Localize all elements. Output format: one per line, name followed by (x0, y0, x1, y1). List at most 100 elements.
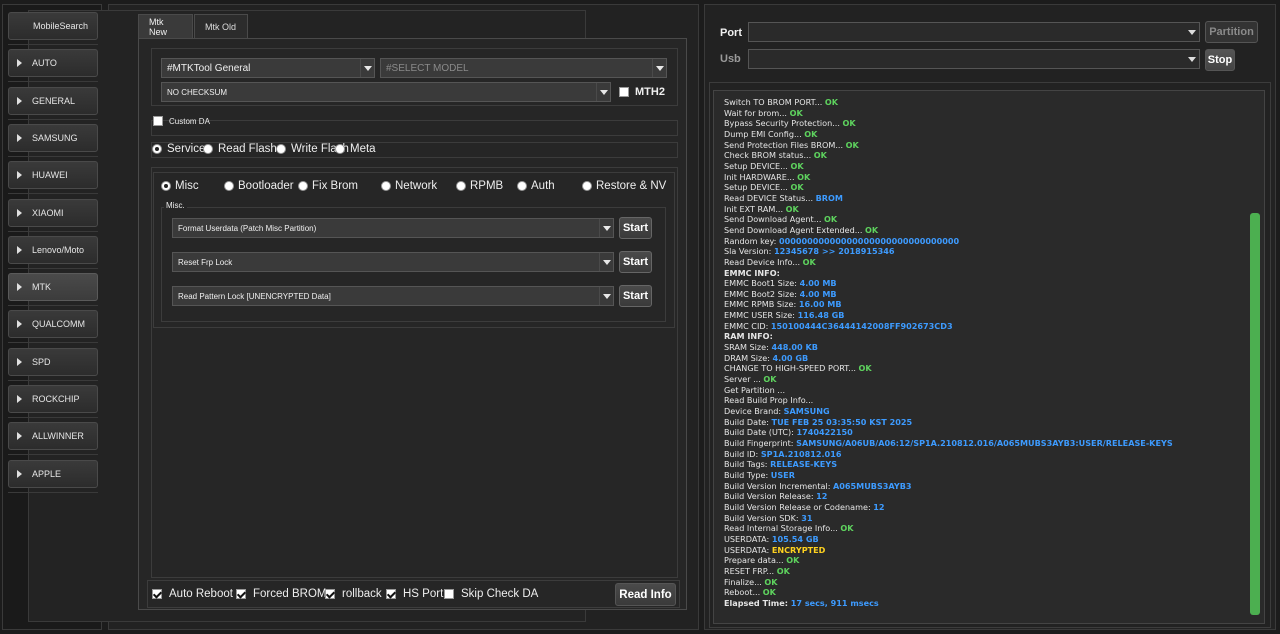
start-button[interactable]: Start (619, 285, 652, 307)
start-button[interactable]: Start (619, 217, 652, 239)
log-scrollbar-thumb[interactable] (1250, 213, 1260, 615)
log-segment: OK (845, 139, 859, 150)
mth2-label: MTH2 (635, 86, 665, 98)
mode-radio-read-flash[interactable]: Read Flash (203, 143, 277, 155)
log-line: Random key: 0000000000000000000000000000… (724, 236, 1173, 247)
log-output[interactable]: Switch TO BROM PORT... OK Wait for brom..… (713, 90, 1265, 624)
log-segment: EMMC INFO: (724, 267, 780, 278)
category-radio-restore-nv[interactable]: Restore & NV (582, 180, 666, 192)
category-radio-bootloader[interactable]: Bootloader (224, 180, 294, 192)
category-radio-fix-brom[interactable]: Fix Brom (298, 180, 358, 192)
chevron-right-icon (17, 208, 22, 217)
log-line: Build Date: TUE FEB 25 03:35:50 KST 2025 (724, 417, 1173, 428)
sidebar-item-label: MTK (32, 282, 51, 293)
option-forced-brom[interactable]: Forced BROM (236, 588, 327, 600)
mth2-checkbox[interactable] (619, 87, 629, 97)
sidebar-item-xiaomi[interactable]: XIAOMI (8, 198, 98, 227)
log-segment: 1740422150 (796, 427, 853, 438)
log-segment: USERDATA: (724, 544, 772, 555)
sidebar-item-allwinner[interactable]: ALLWINNER (8, 422, 98, 451)
stop-button[interactable]: Stop (1205, 49, 1235, 71)
tool-select[interactable]: #MTKTool General (161, 58, 375, 78)
usb-select[interactable] (748, 49, 1200, 69)
category-radio-rpmb[interactable]: RPMB (456, 180, 503, 192)
log-segment: OK (790, 160, 804, 171)
tab-mtk-old[interactable]: Mtk Old (194, 14, 248, 38)
custom-da-group (151, 120, 678, 136)
usb-label: Usb (720, 53, 741, 65)
sidebar-item-qualcomm[interactable]: QUALCOMM (8, 310, 98, 339)
category-label: Auth (531, 180, 555, 192)
category-label: RPMB (470, 180, 504, 192)
log-line: Send Protection Files BROM... OK (724, 140, 1173, 151)
port-select[interactable] (748, 22, 1200, 42)
option-rollback[interactable]: rollback (325, 588, 382, 600)
log-line: EMMC CID: 150100444C36444142008FF902673C… (724, 321, 1173, 332)
sidebar-item-spd[interactable]: SPD (8, 347, 98, 376)
operation-select[interactable]: Format Userdata (Patch Misc Partition) (172, 218, 614, 238)
log-segment: SAMSUNG/A06UB/A06:12/SP1A.210812.016/A06… (796, 438, 1173, 448)
log-segment: DRAM Size: (724, 352, 773, 363)
sidebar-item-auto[interactable]: AUTO (8, 49, 98, 78)
partition-button[interactable]: Partition (1205, 21, 1258, 43)
log-segment: EMMC CID: (724, 320, 771, 331)
tool-select-value: #MTKTool General (167, 62, 251, 74)
log-line: USERDATA: ENCRYPTED (724, 545, 1173, 556)
category-radio-misc[interactable]: Misc (161, 180, 199, 192)
option-skip-check-da[interactable]: Skip Check DA (444, 588, 538, 600)
tab-mtk-new[interactable]: Mtk New (138, 14, 193, 38)
operation-select-value: Reset Frp Lock (178, 257, 233, 267)
custom-da-checkbox[interactable] (153, 116, 163, 126)
log-segment: Server ... (724, 374, 764, 385)
log-segment: Build Version Release or Codename: (724, 501, 874, 512)
mode-radio-service[interactable]: Service (152, 143, 205, 155)
sidebar-item-apple[interactable]: APPLE (8, 459, 98, 488)
sidebar-item-mobilesearch[interactable]: MobileSearch (8, 12, 98, 40)
sidebar-item-lenovo-moto[interactable]: Lenovo/Moto (8, 235, 98, 264)
radio-icon (152, 144, 162, 154)
checksum-select[interactable]: NO CHECKSUM (161, 82, 611, 102)
log-line: Setup DEVICE... OK (724, 182, 1173, 193)
sidebar-divider (8, 342, 98, 344)
option-auto-reboot[interactable]: Auto Reboot (152, 588, 233, 600)
sidebar-item-samsung[interactable]: SAMSUNG (8, 123, 98, 152)
chevron-right-icon (17, 245, 22, 254)
log-segment: OK (797, 171, 811, 182)
log-segment: SAMSUNG (783, 406, 830, 417)
log-segment: OK (824, 97, 839, 107)
sidebar-item-general[interactable]: GENERAL (8, 86, 98, 115)
model-select[interactable]: #SELECT MODEL (380, 58, 667, 78)
log-line: Elapsed Time: 17 secs, 911 msecs (724, 598, 1173, 609)
log-segment: BROM (815, 192, 843, 203)
log-line: Read Device Info... OK (724, 257, 1173, 268)
checksum-select-value: NO CHECKSUM (167, 87, 228, 97)
log-segment: 31 (801, 512, 813, 523)
chevron-down-icon (360, 59, 374, 77)
option-hs-port[interactable]: HS Port (386, 588, 443, 600)
category-radio-network[interactable]: Network (381, 180, 437, 192)
chevron-right-icon (17, 133, 22, 142)
operation-select[interactable]: Read Pattern Lock [UNENCRYPTED Data] (172, 286, 614, 306)
model-select-value: #SELECT MODEL (386, 62, 469, 74)
radio-icon (517, 181, 527, 191)
log-segment: Build Type: (724, 469, 771, 480)
sidebar-item-huawei[interactable]: HUAWEI (8, 161, 98, 190)
option-label: rollback (342, 588, 382, 600)
log-line: Read Build Prop Info... (724, 395, 1173, 406)
sidebar-item-mtk[interactable]: MTK (8, 273, 98, 302)
log-segment: EMMC USER Size: (724, 310, 798, 321)
start-button[interactable]: Start (619, 251, 652, 273)
log-line: Server ... OK (724, 374, 1173, 385)
log-segment: Dump EMI Config... (724, 128, 805, 139)
sidebar-item-rockchip[interactable]: ROCKCHIP (8, 385, 98, 413)
category-radio-auth[interactable]: Auth (517, 180, 555, 192)
mode-radio-meta[interactable]: Meta (335, 143, 376, 155)
log-line: RAM INFO: (724, 331, 1173, 342)
log-segment: 4.00 GB (772, 352, 809, 363)
chevron-down-icon (596, 83, 610, 101)
sidebar-divider (8, 417, 98, 418)
operation-select[interactable]: Reset Frp Lock (172, 252, 614, 272)
read-info-button[interactable]: Read Info (615, 583, 676, 606)
checkbox-icon (444, 589, 454, 599)
log-segment: OK (764, 576, 778, 587)
